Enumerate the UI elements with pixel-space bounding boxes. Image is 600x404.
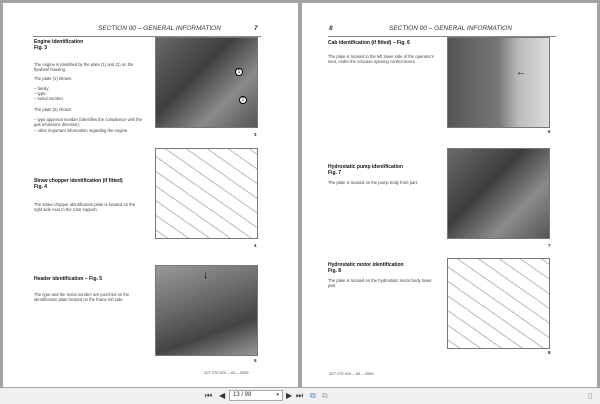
section-title: Engine identification Fig. 3 [34,39,83,51]
paragraph: The plate is located on the hydrostatic … [328,278,432,289]
paragraph: The type and the serial number are punch… [34,292,130,303]
dropdown-icon[interactable]: ▾ [276,392,279,398]
page-number: 8 [329,25,333,32]
arrow-down-icon: ↓ [203,270,208,281]
document-code: 327 270 010 – 03 – 2009 [329,371,374,376]
fig-ref: Fig. 7 [328,170,342,176]
pages-icon[interactable]: ⧉ [322,391,328,401]
left-page: SECTION 00 – GENERAL INFORMATION 7 Engin… [3,3,298,387]
right-page: 8 SECTION 00 – GENERAL INFORMATION Cab i… [302,3,597,387]
motor-figure [447,258,550,349]
fig-ref: Fig. 8 [328,268,342,274]
section-title: Cab identification (if fitted) – Fig. 6 [328,40,410,46]
figure-number: 6 [548,129,551,134]
paragraph: The plate (1) shows: [34,76,72,81]
page-input-value: 13 / 98 [233,392,252,398]
section-title: Hydrostatic pump identification Fig. 7 [328,164,403,176]
document-code: 327 270 010 – 03 – 2009 [204,370,249,375]
pump-figure [447,148,550,239]
paragraph: The engine is identified by the plate (1… [34,62,134,73]
single-page-icon[interactable]: ▯ [588,391,592,401]
next-page-button[interactable]: ▶ [286,391,292,401]
title: Straw chopper identification (if fitted) [34,178,123,184]
arrow-left-icon: ← [516,67,526,78]
callout-1: 1 [235,68,243,76]
figure-number: 7 [548,243,551,248]
fig-ref: Fig. 3 [34,45,48,51]
first-page-button[interactable]: ⏮ [205,391,212,401]
figure-number: 5 [254,358,257,363]
callout-2: 2 [239,96,247,104]
viewer-toolbar: ⏮ ◀ 13 / 98 ▾ ▶ ⏭ ⧉ ⧉ ▯ [0,388,600,404]
prev-page-button[interactable]: ◀ [219,391,225,401]
section-header: SECTION 00 – GENERAL INFORMATION [98,25,221,32]
section-title: Straw chopper identification (if fitted)… [34,178,123,190]
list-item: – serial number. [34,96,64,101]
paragraph: The plate is located in the left lower s… [328,54,434,65]
cab-figure: ← [447,37,550,128]
straw-chopper-figure [155,148,258,239]
section-header: SECTION 00 – GENERAL INFORMATION [389,25,512,32]
figure-number: 8 [548,350,551,355]
last-page-button[interactable]: ⏭ [296,391,303,401]
section-title: Header identification – Fig. 5 [34,276,103,282]
figure-number: 4 [254,243,257,248]
page-number-input[interactable]: 13 / 98 ▾ [229,390,283,401]
page-number: 7 [254,25,258,32]
paragraph: The plate is located on the pump body fr… [328,180,419,185]
paragraph: The straw chopper identification plate i… [34,202,136,213]
header-figure: ↓ [155,265,258,356]
paragraph: The plate (2) shows: [34,107,72,112]
figure-number: 3 [254,132,257,137]
engine-figure: 1 2 [155,37,258,128]
fig-ref: Fig. 4 [34,184,48,190]
list-item: – type approval number (identifies the c… [34,117,143,128]
list-item: – other important information regarding … [34,128,129,133]
section-title: Hydrostatic motor identification Fig. 8 [328,262,404,274]
copy-icon[interactable]: ⧉ [310,391,316,401]
